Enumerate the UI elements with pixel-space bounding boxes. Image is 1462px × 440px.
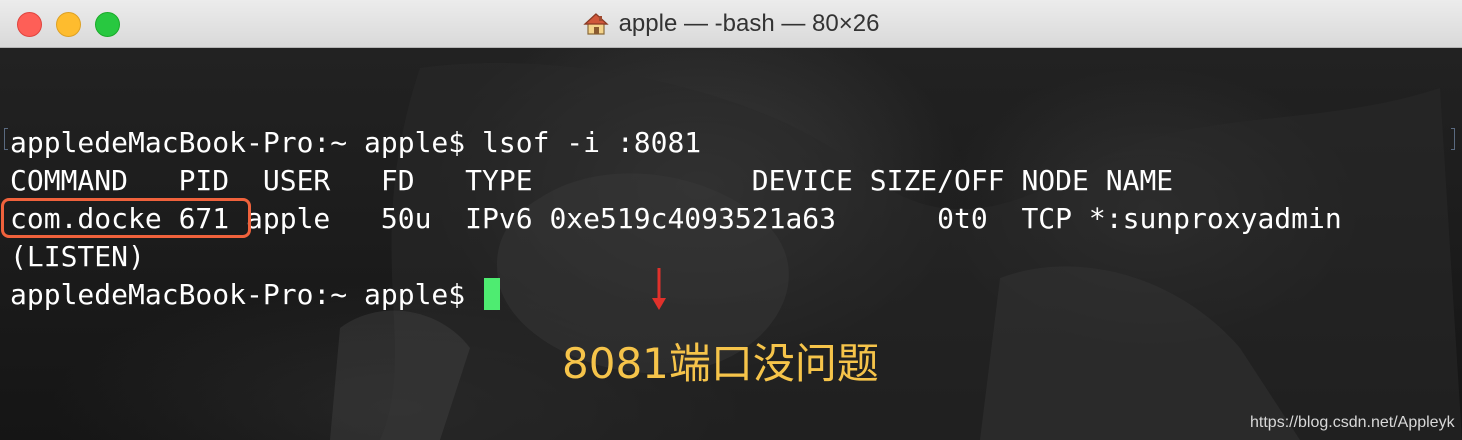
watermark-url: https://blog.csdn.net/Appleyk <box>1250 414 1455 431</box>
down-arrow-icon <box>652 268 666 310</box>
title-bar[interactable]: apple — -bash — 80×26 <box>0 0 1462 48</box>
home-folder-icon <box>583 13 609 35</box>
pid-highlight-box <box>1 198 251 238</box>
terminal-content[interactable]: appledeMacBook-Pro:~ apple$ lsof -i :808… <box>0 48 1462 440</box>
window-title-group: apple — -bash — 80×26 <box>0 0 1462 48</box>
annotation-text: 8081端口没问题 <box>562 339 879 388</box>
window-title: apple — -bash — 80×26 <box>618 10 880 37</box>
terminal-line-listen: (LISTEN) <box>10 240 145 273</box>
prompt-text: appledeMacBook-Pro:~ apple$ <box>10 278 483 311</box>
terminal-line-header: COMMAND PID USER FD TYPE DEVICE SIZE/OFF… <box>10 164 1174 197</box>
scroll-marker-right <box>1451 128 1455 150</box>
terminal-window: apple — -bash — 80×26 appledeMacBook-Pro… <box>0 0 1462 440</box>
terminal-line-command: appledeMacBook-Pro:~ apple$ lsof -i :808… <box>10 126 702 159</box>
scroll-marker-left <box>4 128 8 150</box>
text-cursor <box>484 278 501 310</box>
terminal-line-prompt[interactable]: appledeMacBook-Pro:~ apple$ <box>10 276 501 314</box>
